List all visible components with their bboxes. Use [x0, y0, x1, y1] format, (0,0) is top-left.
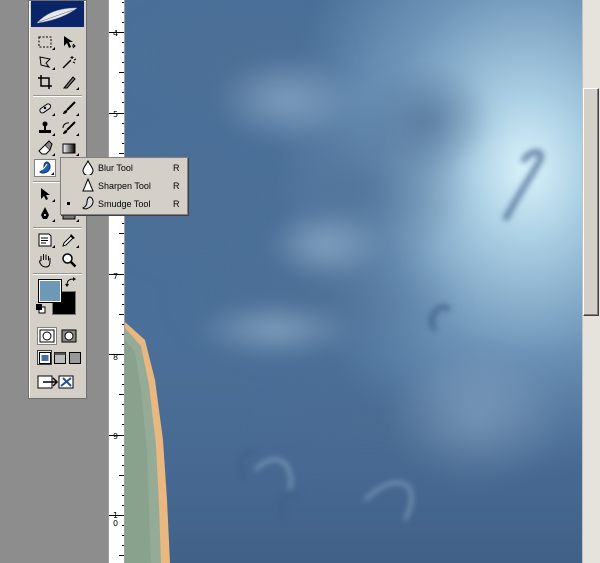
ruler-label: 10	[113, 511, 119, 528]
brush-tool[interactable]	[58, 99, 80, 117]
flyout-label: Sharpen Tool	[98, 180, 151, 191]
zoom-tool[interactable]	[58, 251, 80, 269]
history-brush-tool[interactable]	[58, 119, 80, 137]
hand-tool[interactable]	[34, 251, 56, 269]
default-colors-icon[interactable]	[36, 304, 46, 314]
gradient-icon	[62, 143, 76, 154]
ruler-ticks	[109, 2, 124, 556]
lasso-icon	[39, 56, 52, 68]
flyout-item-smudge-tool[interactable]: Smudge Tool R	[61, 195, 187, 212]
clone-stamp-icon	[39, 121, 51, 133]
eyedropper-tool[interactable]	[58, 231, 80, 249]
path-selection-icon	[41, 188, 50, 200]
standard-mode-icon	[39, 329, 55, 343]
standard-mode-button[interactable]	[37, 327, 57, 345]
slice-icon	[62, 76, 76, 89]
flyout-item-sharpen-tool[interactable]: Sharpen Tool R	[61, 177, 187, 194]
selected-bullet-icon	[67, 202, 70, 205]
flyout-shortcut: R	[173, 180, 180, 191]
quick-mask-mode-button[interactable]	[59, 327, 79, 345]
zoom-icon	[62, 253, 77, 268]
ruler-label: 7	[113, 272, 119, 281]
clone-stamp-tool[interactable]	[34, 119, 56, 137]
eraser-tool[interactable]	[34, 139, 56, 157]
brush-icon	[63, 101, 76, 114]
healing-brush-icon	[39, 103, 52, 114]
ruler-label: 9	[113, 432, 119, 441]
photoshop-workspace: T	[0, 0, 600, 563]
hand-icon	[39, 254, 51, 268]
ruler-label: 8	[113, 353, 119, 362]
flyout-shortcut: R	[173, 162, 180, 173]
full-screen-mode-button[interactable]	[67, 350, 82, 365]
flyout-item-blur-tool[interactable]: Blur Tool R	[61, 159, 187, 176]
feather-logo-icon	[36, 7, 78, 24]
sharpen-cone-icon	[82, 178, 94, 192]
crop-icon	[38, 75, 52, 89]
move-tool[interactable]	[58, 33, 80, 51]
vertical-scrollbar-thumb[interactable]	[583, 88, 599, 316]
ruler-label: 4	[113, 29, 119, 38]
notes-icon	[38, 233, 52, 247]
swap-colors-icon[interactable]	[65, 277, 77, 287]
history-brush-icon	[62, 121, 76, 134]
blur-drop-icon	[82, 160, 94, 175]
quick-mask-icon	[61, 329, 77, 343]
standard-screen-mode-button[interactable]	[37, 350, 52, 365]
magic-wand-tool[interactable]	[58, 53, 80, 71]
path-selection-tool[interactable]	[34, 185, 56, 203]
crop-tool[interactable]	[34, 73, 56, 91]
ruler-label: 5	[113, 110, 119, 119]
magic-wand-icon	[62, 56, 77, 69]
slice-tool[interactable]	[58, 73, 80, 91]
lasso-tool[interactable]	[34, 53, 56, 71]
healing-brush-tool[interactable]	[34, 99, 56, 117]
toolbox-header-logo[interactable]	[31, 1, 84, 27]
smudge-tool-active[interactable]	[34, 159, 56, 177]
gradient-tool[interactable]	[58, 139, 80, 157]
move-icon	[64, 36, 76, 49]
flyout-label: Blur Tool	[98, 162, 133, 173]
full-screen-icon	[68, 351, 81, 364]
marquee-tool[interactable]	[34, 33, 56, 51]
standard-screen-icon	[38, 351, 51, 364]
document-canvas[interactable]	[125, 0, 582, 563]
eraser-icon	[38, 140, 53, 155]
notes-tool[interactable]	[34, 231, 56, 249]
full-screen-menu-icon	[53, 351, 66, 364]
flyout-shortcut: R	[173, 198, 180, 209]
foreground-color-swatch[interactable]	[38, 279, 62, 303]
flyout-label: Smudge Tool	[98, 198, 151, 209]
pen-tool[interactable]	[34, 205, 56, 223]
pen-icon	[41, 207, 49, 219]
painted-smoke-artwork	[125, 0, 582, 563]
marquee-icon	[38, 36, 52, 48]
jump-to-imageready-icon[interactable]	[37, 373, 77, 391]
eyedropper-icon	[62, 234, 75, 247]
vertical-ruler: 4 5 6 7 8 9 10	[108, 0, 125, 563]
smudge-finger-icon	[82, 196, 94, 210]
toning-tools-flyout-menu: Blur Tool R Sharpen Tool R Smudge Tool R	[60, 157, 188, 215]
full-screen-menu-mode-button[interactable]	[52, 350, 67, 365]
